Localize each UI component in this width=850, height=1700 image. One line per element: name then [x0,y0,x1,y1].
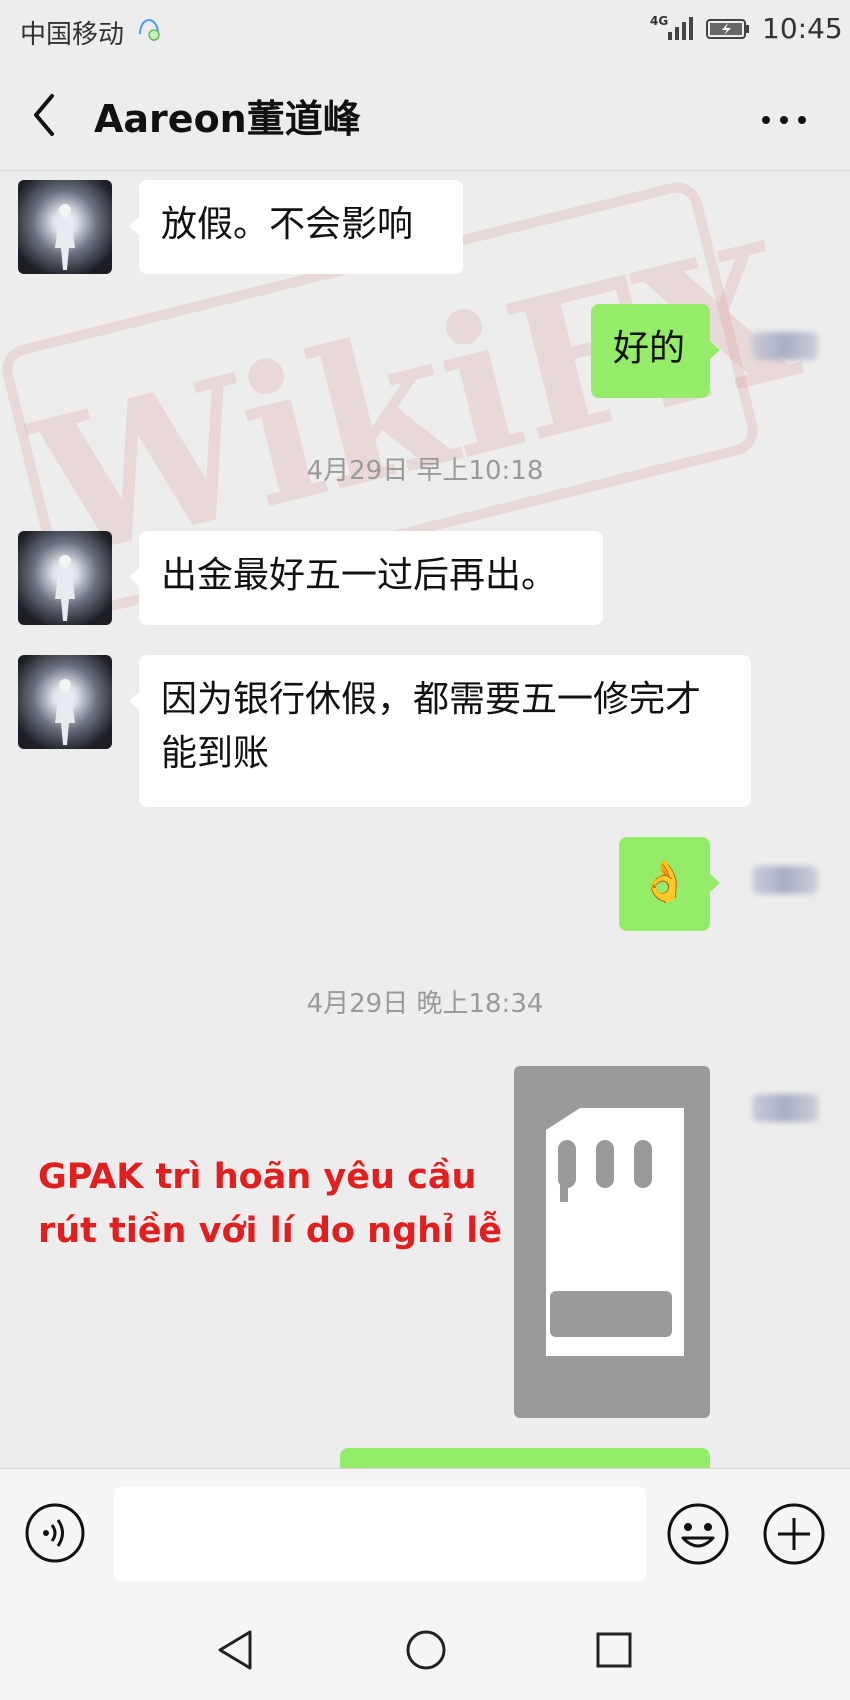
timestamp: 4月29日 早上10:18 [306,456,544,486]
notification-icon [136,14,162,42]
more-icon[interactable] [760,110,808,124]
message-bubble-me-partial[interactable] [340,1448,710,1468]
contact-avatar[interactable] [18,531,112,625]
emoji-icon[interactable] [666,1502,730,1566]
file-message[interactable] [514,1066,710,1418]
voice-icon[interactable] [24,1502,86,1564]
nav-recent-icon[interactable] [594,1630,634,1670]
contact-avatar[interactable] [18,180,112,274]
battery-icon [706,18,750,40]
chat-title: Aareon董道峰 [94,97,361,141]
contact-avatar[interactable] [18,655,112,749]
message-bubble[interactable]: 因为银行休假，都需要五一修完才能到账 [129,655,751,807]
annotation-caption: GPAK trì hoãn yêu cầu rút tiền với lí do… [38,1150,502,1258]
message-bubble-me[interactable]: 👌 [619,837,720,931]
plus-icon[interactable] [762,1502,826,1566]
message-input[interactable] [114,1487,646,1581]
signal-icon [664,14,696,42]
back-arrow-icon[interactable] [28,90,64,140]
carrier-label: 中国移动 [20,20,125,50]
nav-back-icon[interactable] [214,1628,258,1672]
message-bubble-me[interactable]: 好的 [591,304,720,398]
sd-card-icon [546,1108,684,1356]
my-avatar[interactable] [752,866,818,894]
message-bubble[interactable]: 放假。不会影响 [129,180,463,274]
annotation-line-1: GPAK trì hoãn yêu cầu [38,1157,477,1197]
clock: 10:45 [762,12,843,45]
my-avatar[interactable] [752,332,818,360]
nav-home-icon[interactable] [404,1628,448,1672]
my-avatar[interactable] [752,1094,818,1122]
message-bubble[interactable]: 出金最好五一过后再出。 [129,531,603,625]
timestamp: 4月29日 晚上18:34 [306,989,544,1019]
annotation-line-2: rút tiền với lí do nghỉ lễ [38,1211,502,1251]
